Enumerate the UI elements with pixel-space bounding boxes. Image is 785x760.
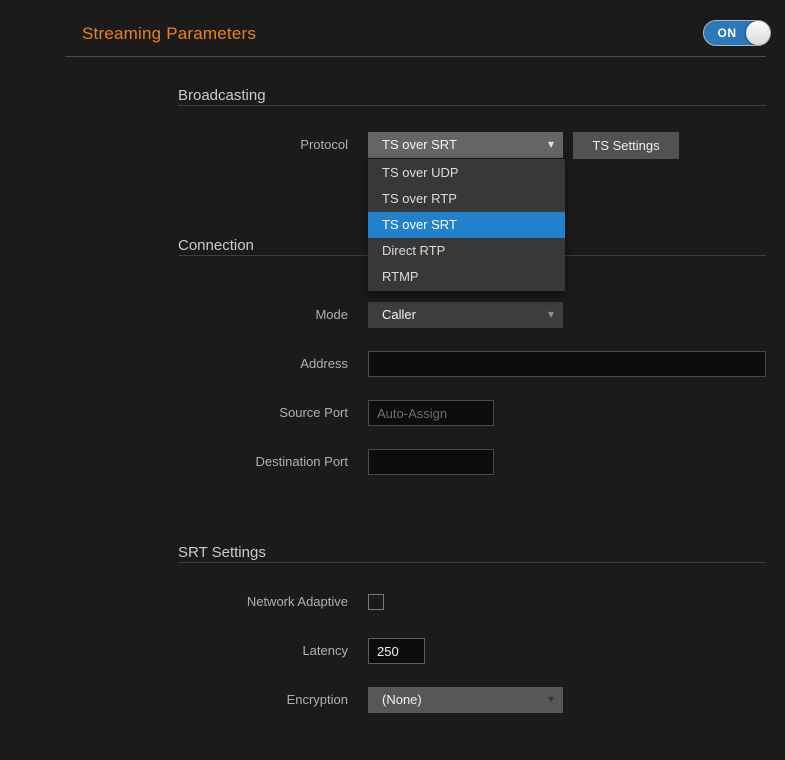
toggle-on-label: ON bbox=[704, 21, 750, 45]
protocol-option-rtmp[interactable]: RTMP bbox=[368, 264, 565, 290]
encryption-row: Encryption (None) ▾ bbox=[0, 687, 785, 713]
destination-port-input[interactable] bbox=[368, 449, 494, 475]
section-divider-broadcasting bbox=[178, 105, 766, 106]
latency-input[interactable] bbox=[368, 638, 425, 664]
source-port-label: Source Port bbox=[279, 400, 348, 426]
mode-label: Mode bbox=[315, 302, 348, 328]
section-title-connection: Connection bbox=[178, 235, 254, 257]
latency-label: Latency bbox=[302, 638, 348, 664]
mode-row: Mode Caller ▾ bbox=[0, 302, 785, 328]
protocol-label: Protocol bbox=[300, 132, 348, 158]
protocol-select-value: TS over SRT bbox=[382, 137, 457, 152]
source-port-row: Source Port bbox=[0, 400, 785, 426]
mode-select[interactable]: Caller ▾ bbox=[368, 302, 563, 328]
protocol-option-direct-rtp[interactable]: Direct RTP bbox=[368, 238, 565, 264]
destination-port-label: Destination Port bbox=[256, 449, 349, 475]
title-divider bbox=[65, 56, 766, 57]
network-adaptive-checkbox[interactable] bbox=[368, 594, 384, 610]
latency-row: Latency bbox=[0, 638, 785, 664]
section-title-srt-settings: SRT Settings bbox=[178, 542, 266, 564]
protocol-option-ts-over-udp[interactable]: TS over UDP bbox=[368, 160, 565, 186]
network-adaptive-label: Network Adaptive bbox=[247, 589, 348, 615]
source-port-input[interactable] bbox=[368, 400, 494, 426]
section-title-broadcasting: Broadcasting bbox=[178, 85, 266, 107]
protocol-option-ts-over-rtp[interactable]: TS over RTP bbox=[368, 186, 565, 212]
chevron-down-icon: ▾ bbox=[548, 302, 554, 327]
protocol-dropdown-menu: TS over UDP TS over RTP TS over SRT Dire… bbox=[368, 159, 565, 291]
encryption-label: Encryption bbox=[287, 687, 348, 713]
protocol-option-ts-over-srt[interactable]: TS over SRT bbox=[368, 212, 565, 238]
protocol-row: Protocol TS over SRT ▾ TS Settings bbox=[0, 132, 785, 158]
address-row: Address bbox=[0, 351, 785, 377]
toggle-knob-icon bbox=[746, 21, 770, 45]
protocol-select[interactable]: TS over SRT ▾ bbox=[368, 132, 563, 158]
streaming-enabled-toggle[interactable]: ON bbox=[703, 20, 771, 46]
encryption-select-value: (None) bbox=[382, 692, 422, 707]
page-title: Streaming Parameters bbox=[82, 22, 256, 46]
streaming-parameters-panel: Streaming Parameters ON Broadcasting Pro… bbox=[0, 0, 785, 760]
address-input[interactable] bbox=[368, 351, 766, 377]
chevron-down-icon: ▾ bbox=[548, 687, 554, 712]
address-label: Address bbox=[300, 351, 348, 377]
destination-port-row: Destination Port bbox=[0, 449, 785, 475]
ts-settings-button[interactable]: TS Settings bbox=[573, 132, 679, 159]
encryption-select[interactable]: (None) ▾ bbox=[368, 687, 563, 713]
chevron-down-icon: ▾ bbox=[548, 132, 554, 157]
network-adaptive-row: Network Adaptive bbox=[0, 589, 785, 615]
mode-select-value: Caller bbox=[382, 307, 416, 322]
section-divider-srt-settings bbox=[178, 562, 766, 563]
